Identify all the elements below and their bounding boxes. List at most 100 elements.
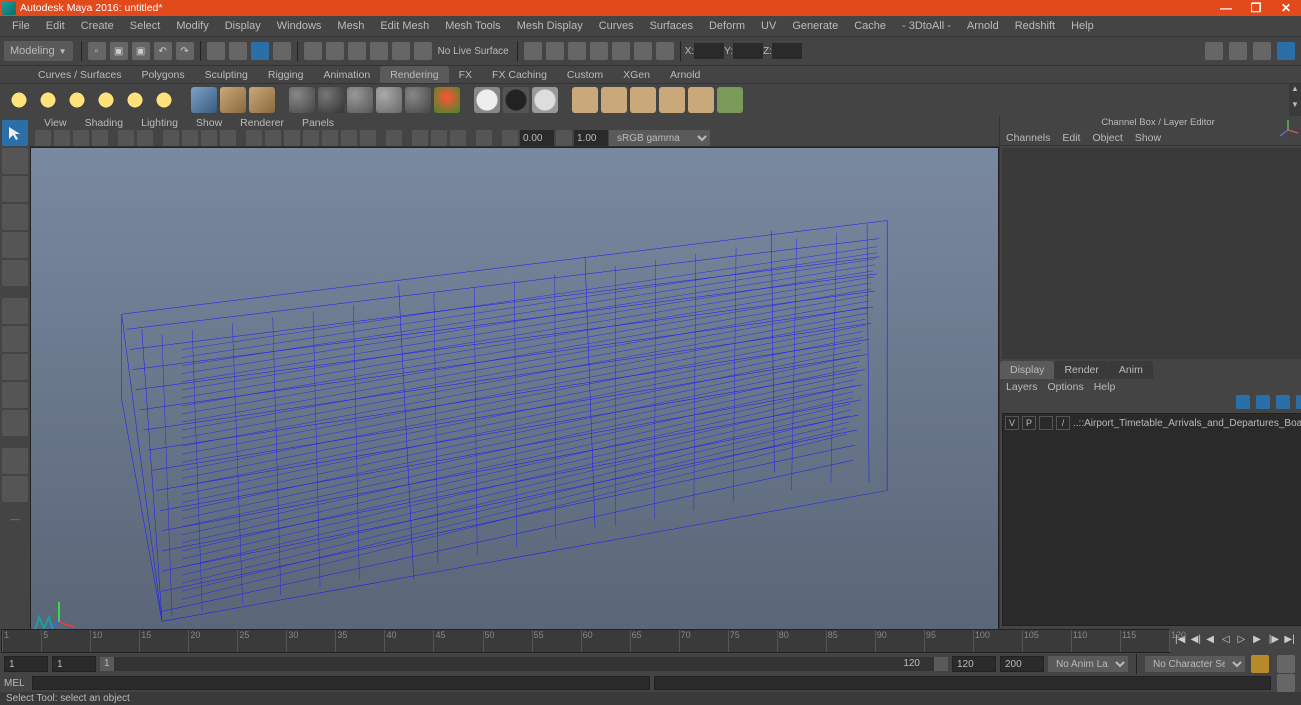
- range-end-visible-input[interactable]: [952, 656, 996, 672]
- blinn-material-icon[interactable]: [289, 87, 315, 113]
- lasso-tool[interactable]: [2, 148, 28, 174]
- channel-box-icon[interactable]: [1277, 42, 1295, 60]
- tool-settings-icon[interactable]: [1253, 42, 1271, 60]
- resolution-gate-icon[interactable]: [201, 130, 217, 146]
- scale-tool[interactable]: [2, 260, 28, 286]
- redo-icon[interactable]: ↷: [176, 42, 194, 60]
- step-back-icon[interactable]: ◀: [1206, 634, 1219, 648]
- snap-curve-icon[interactable]: [326, 42, 344, 60]
- select-hierarchy-icon[interactable]: [229, 42, 247, 60]
- menu-curves[interactable]: Curves: [591, 18, 642, 34]
- menu-help[interactable]: Help: [1063, 18, 1102, 34]
- layer-tab-display[interactable]: Display: [1000, 361, 1054, 379]
- grease-pencil-icon[interactable]: [137, 130, 153, 146]
- shelf-tab-fx[interactable]: FX: [449, 66, 482, 83]
- select-component-icon[interactable]: [273, 42, 291, 60]
- camera-attributes-icon[interactable]: [54, 130, 70, 146]
- shelf-tab-custom[interactable]: Custom: [557, 66, 613, 83]
- move-layer-down-icon[interactable]: [1256, 395, 1270, 409]
- view-cube-icon[interactable]: [1276, 118, 1300, 142]
- shelf-tab-curves[interactable]: Curves / Surfaces: [28, 66, 131, 83]
- menu-select[interactable]: Select: [122, 18, 169, 34]
- shelf-scroll-up-icon[interactable]: ▲: [1289, 84, 1301, 100]
- ramp-shader-icon[interactable]: [434, 87, 460, 113]
- uv-editor-shelf-icon[interactable]: [688, 87, 714, 113]
- area-light-icon[interactable]: [122, 87, 148, 113]
- menu-edit-mesh[interactable]: Edit Mesh: [372, 18, 437, 34]
- layer-tab-render[interactable]: Render: [1054, 361, 1108, 379]
- exposure-icon[interactable]: [502, 130, 518, 146]
- render-frame-icon[interactable]: [546, 42, 564, 60]
- select-camera-icon[interactable]: [35, 130, 51, 146]
- select-object-icon[interactable]: [251, 42, 269, 60]
- film-gate-icon[interactable]: [182, 130, 198, 146]
- script-editor-icon[interactable]: [1277, 674, 1295, 692]
- menu-generate[interactable]: Generate: [784, 18, 846, 34]
- z-input[interactable]: [772, 43, 802, 59]
- x-input[interactable]: [694, 43, 724, 59]
- layered-shader-icon[interactable]: [474, 87, 500, 113]
- render-settings-icon[interactable]: [590, 42, 608, 60]
- attribute-editor-icon[interactable]: [1229, 42, 1247, 60]
- four-view-layout[interactable]: [2, 354, 28, 380]
- color-space-select[interactable]: sRGB gamma: [609, 130, 710, 146]
- phong-e-material-icon[interactable]: [376, 87, 402, 113]
- wireframe-icon[interactable]: [246, 130, 262, 146]
- file-texture-icon[interactable]: [630, 87, 656, 113]
- save-scene-icon[interactable]: ▣: [132, 42, 150, 60]
- last-tool[interactable]: [2, 298, 28, 324]
- phong-material-icon[interactable]: [347, 87, 373, 113]
- layer-menu-options[interactable]: Options: [1048, 381, 1084, 393]
- paint-select-tool[interactable]: [2, 176, 28, 202]
- shelf-scroll-down-icon[interactable]: ▼: [1289, 100, 1301, 116]
- surface-shader-icon[interactable]: [503, 87, 529, 113]
- xray-joints-icon[interactable]: [431, 130, 447, 146]
- command-type-label[interactable]: MEL: [4, 678, 28, 689]
- layer-color-swatch[interactable]: /: [1056, 416, 1070, 430]
- shelf-tab-rendering[interactable]: Rendering: [380, 66, 448, 83]
- hypershade-shelf-icon[interactable]: [249, 87, 275, 113]
- go-to-end-icon[interactable]: ▶|: [1284, 634, 1297, 648]
- new-scene-icon[interactable]: ▫: [88, 42, 106, 60]
- menu-windows[interactable]: Windows: [269, 18, 330, 34]
- panel-menu-renderer[interactable]: Renderer: [232, 116, 292, 130]
- make-live-icon[interactable]: [414, 42, 432, 60]
- menu-file[interactable]: File: [4, 18, 38, 34]
- menu-mesh[interactable]: Mesh: [329, 18, 372, 34]
- menu-create[interactable]: Create: [73, 18, 122, 34]
- shelf-tab-polygons[interactable]: Polygons: [131, 66, 194, 83]
- menu-3dtoall[interactable]: - 3DtoAll -: [894, 18, 959, 34]
- psd-texture-icon[interactable]: [659, 87, 685, 113]
- shelf-tab-xgen[interactable]: XGen: [613, 66, 660, 83]
- panel-menu-panels[interactable]: Panels: [294, 116, 342, 130]
- range-end-input[interactable]: [1000, 656, 1044, 672]
- xray-components-icon[interactable]: [450, 130, 466, 146]
- create-layer-from-selected-icon[interactable]: [1296, 395, 1301, 409]
- outliner-layout[interactable]: [2, 382, 28, 408]
- point-light-icon[interactable]: [64, 87, 90, 113]
- character-set-select[interactable]: No Character Set: [1145, 656, 1245, 672]
- spot-light-icon[interactable]: [93, 87, 119, 113]
- use-background-icon[interactable]: [532, 87, 558, 113]
- layer-menu-help[interactable]: Help: [1094, 381, 1116, 393]
- layer-playback-toggle[interactable]: P: [1022, 416, 1036, 430]
- graph-layout[interactable]: [2, 476, 28, 502]
- snap-plane-icon[interactable]: [370, 42, 388, 60]
- menu-mesh-tools[interactable]: Mesh Tools: [437, 18, 508, 34]
- gate-mask-icon[interactable]: [220, 130, 236, 146]
- viewport[interactable]: persp: [30, 147, 999, 643]
- modeling-toolkit-icon[interactable]: [1205, 42, 1223, 60]
- layer-visibility-toggle[interactable]: V: [1005, 416, 1019, 430]
- single-view-layout[interactable]: [2, 326, 28, 352]
- menu-deform[interactable]: Deform: [701, 18, 753, 34]
- ambient-light-icon[interactable]: [6, 87, 32, 113]
- menu-redshift[interactable]: Redshift: [1007, 18, 1063, 34]
- batch-render-icon[interactable]: [717, 87, 743, 113]
- menu-arnold[interactable]: Arnold: [959, 18, 1007, 34]
- step-back-key-icon[interactable]: ◀|: [1191, 634, 1204, 648]
- isolate-select-icon[interactable]: [386, 130, 402, 146]
- 2d-pan-icon[interactable]: [118, 130, 134, 146]
- lambert-material-icon[interactable]: [318, 87, 344, 113]
- menu-mesh-display[interactable]: Mesh Display: [509, 18, 591, 34]
- range-start-visible-input[interactable]: [52, 656, 96, 672]
